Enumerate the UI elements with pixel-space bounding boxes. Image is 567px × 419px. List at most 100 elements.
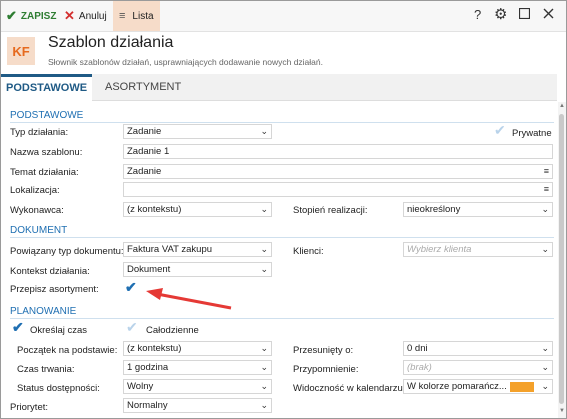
chevron-down-icon: ⌄ <box>541 343 549 353</box>
section-document-title: DOKUMENT <box>10 225 68 236</box>
page-subtitle: Słownik szablonów działań, usprawniający… <box>48 57 323 67</box>
chevron-down-icon: ⌄ <box>260 204 268 214</box>
progress-select[interactable]: nieokreślony ⌄ <box>403 202 553 217</box>
list-button[interactable]: ≡ Lista <box>113 1 160 31</box>
all-day-label: Całodzienne <box>146 325 199 336</box>
reminder-label: Przypomnienie: <box>293 364 359 375</box>
topic-value: Zadanie <box>127 166 162 177</box>
help-button[interactable]: ? <box>474 7 481 22</box>
location-label: Lokalizacja: <box>10 185 60 196</box>
start-select[interactable]: (z kontekstu) ⌄ <box>123 341 272 356</box>
doc-type-select[interactable]: Faktura VAT zakupu ⌄ <box>123 242 272 257</box>
reminder-select[interactable]: (brak) ⌄ <box>403 360 553 375</box>
copy-items-checkbox[interactable]: ✔ <box>125 279 137 296</box>
type-select[interactable]: Zadanie ⌄ <box>123 124 272 139</box>
chevron-down-icon: ⌄ <box>260 244 268 254</box>
availability-value: Wolny <box>127 381 154 392</box>
calendar-select[interactable]: W kolorze pomarańcz... ⌄ <box>403 379 553 394</box>
reminder-placeholder: (brak) <box>407 362 432 373</box>
tab-bar: PODSTAWOWE ASORTYMENT <box>1 74 557 101</box>
save-button[interactable]: ✔ ZAPISZ <box>6 5 56 27</box>
close-window-icon[interactable] <box>543 7 554 22</box>
gear-icon[interactable]: ⚙ <box>494 5 507 23</box>
page-title: Szablon działania <box>48 34 174 51</box>
cancel-button[interactable]: ✕ Anuluj <box>64 5 107 27</box>
section-basic-title: PODSTAWOWE <box>10 110 84 121</box>
location-input[interactable]: ≡ <box>123 182 553 197</box>
close-icon: ✕ <box>64 8 75 23</box>
private-label: Prywatne <box>512 128 552 139</box>
define-time-checkbox[interactable]: ✔ <box>12 319 24 336</box>
name-label: Nazwa szablonu: <box>10 147 83 158</box>
list-label: Lista <box>132 10 154 22</box>
copy-items-label: Przepisz asortyment: <box>10 284 99 295</box>
executor-label: Wykonawca: <box>10 205 64 216</box>
shifted-select[interactable]: 0 dni ⌄ <box>403 341 553 356</box>
module-badge: KF <box>7 37 35 65</box>
maximize-icon[interactable] <box>518 7 531 22</box>
topic-label: Temat działania: <box>10 167 79 178</box>
start-value: (z kontekstu) <box>127 343 182 354</box>
chevron-down-icon: ⌄ <box>541 381 549 391</box>
tab-basic[interactable]: PODSTAWOWE <box>1 74 93 101</box>
section-divider <box>10 122 554 123</box>
progress-value: nieokreślony <box>407 204 461 215</box>
calendar-label: Widoczność w kalendarzu: <box>293 383 406 394</box>
check-icon: ✔ <box>6 8 17 23</box>
chevron-down-icon: ⌄ <box>260 362 268 372</box>
chevron-down-icon: ⌄ <box>541 362 549 372</box>
clients-placeholder: Wybierz klienta <box>407 244 472 255</box>
start-label: Początek na podstawie: <box>17 345 118 356</box>
duration-select[interactable]: 1 godzina ⌄ <box>123 360 272 375</box>
scroll-up-icon[interactable]: ▲ <box>559 103 565 109</box>
doc-type-label: Powiązany typ dokumentu: <box>10 246 124 257</box>
duration-label: Czas trwania: <box>17 364 75 375</box>
type-label: Typ działania: <box>10 127 69 138</box>
availability-label: Status dostępności: <box>17 383 100 394</box>
all-day-checkbox[interactable]: ✔ <box>126 319 138 336</box>
chevron-down-icon: ⌄ <box>260 264 268 274</box>
type-value: Zadanie <box>127 126 162 137</box>
section-divider <box>10 318 554 319</box>
context-label: Kontekst działania: <box>10 266 90 277</box>
calendar-value: W kolorze pomarańcz... <box>407 381 507 392</box>
context-value: Dokument <box>127 264 171 275</box>
context-select[interactable]: Dokument ⌄ <box>123 262 272 277</box>
availability-select[interactable]: Wolny ⌄ <box>123 379 272 394</box>
priority-value: Normalny <box>127 400 168 411</box>
priority-select[interactable]: Normalny ⌄ <box>123 398 272 413</box>
duration-value: 1 godzina <box>127 362 169 373</box>
scroll-down-icon[interactable]: ▼ <box>559 408 565 414</box>
save-label: ZAPISZ <box>20 10 57 22</box>
cancel-label: Anuluj <box>78 10 107 22</box>
chevron-down-icon: ⌄ <box>541 204 549 214</box>
name-input[interactable]: Zadanie 1 <box>123 144 553 159</box>
executor-select[interactable]: (z kontekstu) ⌄ <box>123 202 272 217</box>
define-time-label: Określaj czas <box>30 325 88 336</box>
doc-type-value: Faktura VAT zakupu <box>127 244 213 255</box>
tab-assortment[interactable]: ASORTYMENT <box>100 74 186 100</box>
name-value: Zadanie 1 <box>127 146 170 157</box>
shifted-label: Przesunięty o: <box>293 345 354 356</box>
clients-select[interactable]: Wybierz klienta ⌄ <box>403 242 553 257</box>
priority-label: Priorytet: <box>10 402 49 413</box>
list-menu-icon[interactable]: ≡ <box>544 183 549 196</box>
vertical-scrollbar[interactable]: ▲ ▼ <box>558 102 566 418</box>
chevron-down-icon: ⌄ <box>260 381 268 391</box>
chevron-down-icon: ⌄ <box>260 400 268 410</box>
chevron-down-icon: ⌄ <box>260 126 268 136</box>
progress-label: Stopień realizacji: <box>293 205 368 216</box>
private-checkbox[interactable]: ✔ <box>494 122 506 139</box>
section-divider <box>10 237 554 238</box>
annotation-arrow <box>146 288 232 310</box>
list-menu-icon[interactable]: ≡ <box>544 165 549 178</box>
menu-icon: ≡ <box>119 10 126 22</box>
scrollbar-thumb[interactable] <box>559 114 564 404</box>
chevron-down-icon: ⌄ <box>260 343 268 353</box>
executor-value: (z kontekstu) <box>127 204 182 215</box>
window: ✔ ZAPISZ ✕ Anuluj ≡ Lista ? ⚙ KF Szablon… <box>0 0 567 419</box>
topic-input[interactable]: Zadanie ≡ <box>123 164 553 179</box>
color-swatch <box>510 382 534 392</box>
section-planning-title: PLANOWANIE <box>10 306 77 317</box>
chevron-down-icon: ⌄ <box>541 244 549 254</box>
